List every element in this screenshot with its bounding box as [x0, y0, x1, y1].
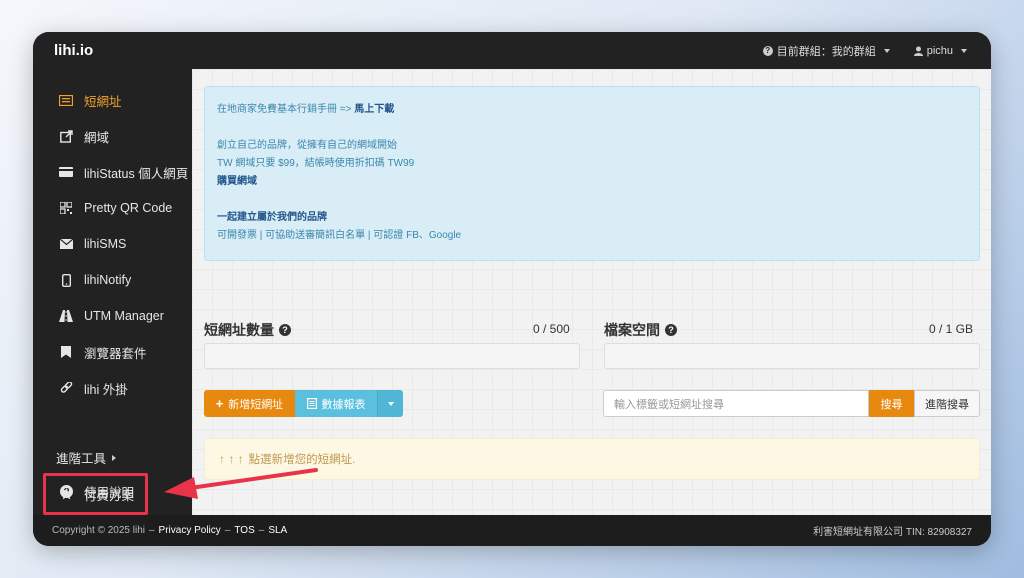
sidebar-item-browser-extension[interactable]: 瀏覽器套件	[33, 337, 192, 367]
sidebar-item-plugins[interactable]: lihi 外掛	[33, 373, 192, 403]
short-url-count-label: 短網址數量	[204, 322, 274, 338]
sidebar-item-label: UTM Manager	[84, 309, 164, 323]
sidebar-item-domains[interactable]: 網域	[33, 121, 192, 151]
envelope-icon	[58, 239, 74, 249]
sidebar-item-label: 短網址	[84, 94, 122, 109]
question-circle-icon[interactable]: ?	[665, 324, 677, 336]
plus-icon: +	[215, 396, 224, 411]
pricing-highlight-box	[43, 473, 148, 515]
storage-title: 檔案空間 ?	[604, 320, 677, 340]
user-icon	[913, 46, 923, 56]
question-circle-icon: ?	[762, 45, 773, 56]
group-selector[interactable]: ? 目前群組：我的群組	[762, 43, 890, 59]
download-link[interactable]: 馬上下載	[354, 104, 394, 115]
file-text-icon	[306, 398, 317, 409]
caret-down-icon	[961, 48, 967, 53]
short-url-count-title: 短網址數量 ?	[204, 320, 291, 340]
caret-down-icon	[883, 48, 890, 53]
sidebar-item-label: lihiNotify	[84, 273, 132, 287]
info-domain-text: 創立自己的品牌，從擁有自己的網域開始	[217, 140, 397, 151]
short-url-count-value: 0 / 500	[533, 322, 570, 336]
sidebar-item-label: 瀏覽器套件	[84, 346, 147, 361]
sidebar: 短網址 網域 lihiStatus 個人網頁 Pretty QR Code li…	[33, 69, 192, 515]
storage-value: 0 / 1 GB	[929, 322, 974, 336]
empty-state-alert: ↑ ↑ ↑ 點選新增您的短網址.	[204, 438, 980, 480]
user-label: pichu	[926, 44, 953, 57]
info-line-handbook: 在地商家免費基本行銷手冊 => 馬上下載	[217, 101, 967, 119]
report-label: 數據報表	[321, 398, 366, 411]
sidebar-item-qr-code[interactable]: Pretty QR Code	[33, 193, 192, 223]
sidebar-item-utm-manager[interactable]: UTM Manager	[33, 301, 192, 331]
company-info: 利害短網址有限公司 TIN: 82908327	[813, 527, 972, 538]
copyright-text: Copyright © 2025 lihi	[52, 525, 145, 536]
buy-domain-link[interactable]: 購買網域	[217, 176, 257, 187]
sidebar-advanced-tools-label: 進階工具	[56, 452, 107, 466]
link-icon	[58, 381, 74, 395]
sidebar-item-label: Pretty QR Code	[84, 201, 173, 215]
sla-link[interactable]: SLA	[268, 525, 287, 536]
info-handbook-text: 在地商家免費基本行銷手冊 =>	[217, 104, 352, 115]
report-dropdown-toggle[interactable]	[377, 390, 403, 417]
info-banner: 在地商家免費基本行銷手冊 => 馬上下載 創立自己的品牌，從擁有自己的網域開始 …	[204, 86, 980, 261]
arrow-up-icons: ↑ ↑ ↑	[219, 452, 244, 466]
qrcode-icon	[58, 202, 74, 214]
main-content: 在地商家免費基本行銷手冊 => 馬上下載 創立自己的品牌，從擁有自己的網域開始 …	[192, 69, 991, 515]
privacy-policy-link[interactable]: Privacy Policy	[159, 525, 221, 536]
caret-down-icon	[387, 401, 394, 406]
sidebar-item-label: 網域	[84, 130, 110, 145]
new-short-url-button[interactable]: + 新增短網址	[204, 390, 295, 417]
footer: Copyright © 2025 lihi – Privacy Policy –…	[33, 515, 991, 546]
sidebar-item-label: lihi 外掛	[84, 382, 128, 397]
road-icon	[58, 310, 74, 322]
search-input[interactable]: 輸入標籤或短網址搜尋	[603, 390, 869, 417]
search-placeholder: 輸入標籤或短網址搜尋	[614, 398, 724, 411]
info-promo-text: TW 網域只要 $99，結帳時使用折扣碼 TW99	[217, 158, 415, 169]
sidebar-item-lihistatus[interactable]: lihiStatus 個人網頁	[33, 157, 192, 187]
question-circle-icon[interactable]: ?	[279, 324, 291, 336]
external-link-icon	[58, 129, 74, 143]
new-short-url-label: 新增短網址	[228, 398, 284, 411]
brand-logo[interactable]: lihi.io	[54, 42, 93, 59]
caret-right-icon	[112, 454, 117, 461]
list-icon	[58, 94, 74, 106]
report-button[interactable]: 數據報表	[295, 390, 377, 417]
sidebar-item-lihisms[interactable]: lihiSMS	[33, 229, 192, 259]
top-right-menu: ? 目前群組：我的群組 pichu	[762, 43, 967, 59]
sidebar-advanced-tools[interactable]: 進階工具	[56, 448, 117, 467]
group-label: 目前群組：我的群組	[776, 45, 876, 58]
storage-usage-bar	[604, 343, 980, 369]
sidebar-item-label: lihiStatus 個人網頁	[84, 166, 189, 181]
short-url-usage-bar	[204, 343, 580, 369]
annotation-arrow-icon	[164, 468, 318, 499]
tos-link[interactable]: TOS	[234, 525, 254, 536]
sidebar-item-label: lihiSMS	[84, 237, 127, 251]
mobile-icon	[58, 273, 74, 287]
advanced-search-button[interactable]: 進階搜尋	[914, 390, 980, 417]
search-button[interactable]: 搜尋	[869, 390, 914, 417]
sidebar-item-lihinotify[interactable]: lihiNotify	[33, 265, 192, 295]
top-navbar: lihi.io ? 目前群組：我的群組 pichu	[33, 32, 991, 69]
footer-separator: –	[258, 525, 265, 536]
bookmark-icon	[58, 346, 74, 358]
footer-separator: –	[148, 525, 155, 536]
user-menu[interactable]: pichu	[913, 44, 967, 57]
sidebar-item-short-urls[interactable]: 短網址	[33, 85, 192, 115]
footer-separator: –	[224, 525, 231, 536]
id-card-icon	[58, 167, 74, 177]
brand-link[interactable]: 一起建立屬於我們的品牌	[217, 212, 327, 223]
info-features-text: 可開發票 | 可協助送審簡訊白名單 | 可認證 FB、Google	[217, 230, 462, 241]
storage-label: 檔案空間	[604, 322, 660, 338]
